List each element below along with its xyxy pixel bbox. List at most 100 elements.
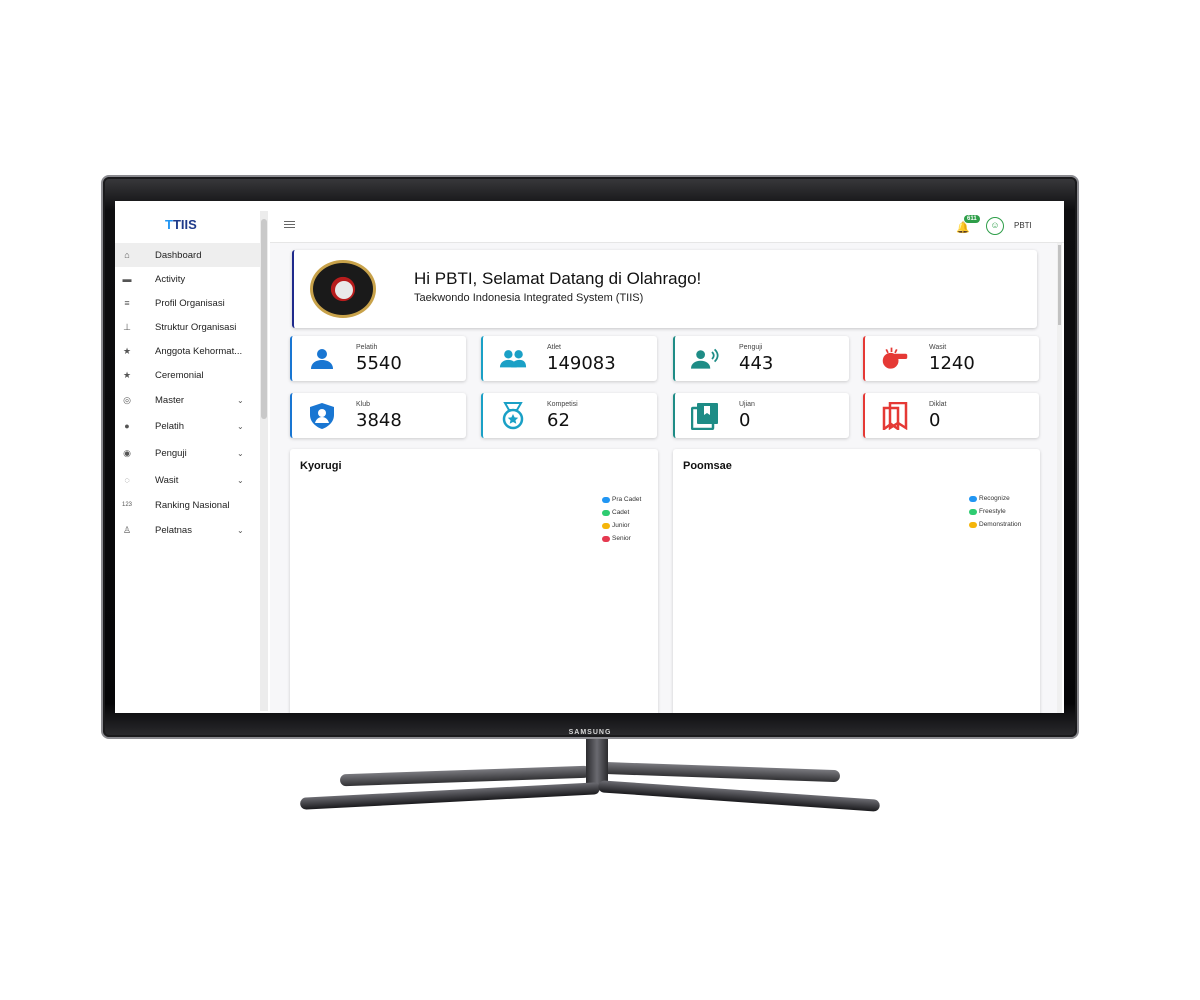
chart-legend: Pra Cadet Cadet Junior Senior <box>602 493 641 545</box>
legend-label: Recognize <box>979 495 1010 502</box>
chart-legend: Recognize Freestyle Demonstration <box>969 492 1021 531</box>
sidebar-item-profil-organisasi[interactable]: ≡ Profil Organisasi <box>115 291 260 315</box>
legend-label: Cadet <box>612 509 630 516</box>
sidebar-item-label: Pelatnas <box>155 524 192 536</box>
athletes-icon <box>499 346 527 372</box>
panel-title: Kyorugi <box>300 460 342 472</box>
legend-item[interactable]: Junior <box>602 519 641 532</box>
stat-card-penguji[interactable]: Penguji 443 <box>673 336 849 381</box>
sidebar-item-label: Dashboard <box>155 249 202 261</box>
activity-icon: ▬ <box>122 274 132 284</box>
app-logo[interactable]: TTIIS <box>165 217 197 232</box>
user-avatar-icon[interactable]: ☺ <box>986 217 1004 235</box>
welcome-card: Hi PBTI, Selamat Datang di Olahrago! Tae… <box>292 250 1037 328</box>
legend-item[interactable]: Freestyle <box>969 505 1021 518</box>
examiner-icon <box>691 346 719 372</box>
stat-label: Diklat <box>929 401 947 408</box>
taekwondo-indonesia-logo <box>310 260 376 318</box>
sidebar-item-label: Activity <box>155 273 186 285</box>
bookmarks-icon <box>881 402 909 430</box>
sidebar-item-master[interactable]: ◎ Master ⌄ <box>115 388 260 412</box>
stat-value: 443 <box>739 353 774 374</box>
sidebar-item-dashboard[interactable]: ⌂ Dashboard <box>115 243 260 267</box>
sidebar-item-label: Profil Organisasi <box>155 297 225 309</box>
main-content: Hi PBTI, Selamat Datang di Olahrago! Tae… <box>270 243 1060 713</box>
chevron-down-icon[interactable]: ⌄ <box>237 476 244 485</box>
legend-swatch <box>602 535 610 542</box>
stat-card-kompetisi[interactable]: Kompetisi 62 <box>481 393 657 438</box>
stat-card-pelatih[interactable]: Pelatih 5540 <box>290 336 466 381</box>
sidebar-item-penguji[interactable]: ◉ Penguji ⌄ <box>115 441 260 465</box>
welcome-title: Hi PBTI, Selamat Datang di Olahrago! <box>414 269 702 288</box>
stat-label: Penguji <box>739 344 763 351</box>
sidebar-item-wasit[interactable]: ◌ Wasit ⌄ <box>115 468 260 492</box>
stat-label: Klub <box>356 401 371 408</box>
stand-leg <box>597 780 881 812</box>
stat-card-diklat[interactable]: Diklat 0 <box>863 393 1039 438</box>
app-screen: TTIIS ⌂ Dashboard ▬ Activity ≡ Profil Organis… <box>115 201 1064 713</box>
legend-item[interactable]: Senior <box>602 532 641 545</box>
stat-card-wasit[interactable]: Wasit 1240 <box>863 336 1039 381</box>
stat-card-ujian[interactable]: Ujian 0 <box>673 393 849 438</box>
logo-mark: T <box>165 217 173 232</box>
sidebar-item-label: Ceremonial <box>155 369 204 381</box>
stat-label: Kompetisi <box>547 401 578 408</box>
sidebar-item-anggota-kehormat[interactable]: ★ Anggota Kehormat... <box>115 339 260 363</box>
sidebar-item-pelatih[interactable]: ● Pelatih ⌄ <box>115 414 260 438</box>
stat-value: 1240 <box>929 353 975 374</box>
chevron-down-icon[interactable]: ⌄ <box>237 526 244 535</box>
whistle-icon: ◌ <box>124 475 130 485</box>
sidebar-item-ceremonial[interactable]: ★ Ceremonial <box>115 363 260 387</box>
legend-item[interactable]: Pra Cadet <box>602 493 641 506</box>
stat-label: Ujian <box>739 401 755 408</box>
stat-label: Atlet <box>547 344 562 351</box>
notification-badge: 611 <box>964 215 980 223</box>
legend-swatch <box>969 508 977 515</box>
sidebar-item-ranking-nasional[interactable]: 123 Ranking Nasional <box>115 493 260 517</box>
user-icon: ● <box>124 421 130 431</box>
legend-swatch <box>602 522 610 529</box>
kyorugi-panel: Kyorugi Pra Cadet Cadet Junior Senior <box>290 449 658 713</box>
legend-swatch <box>602 509 610 516</box>
sidebar-item-label: Anggota Kehormat... <box>155 345 243 357</box>
sidebar-item-label: Master <box>155 394 185 406</box>
stand-leg <box>599 761 841 783</box>
chevron-down-icon[interactable]: ⌄ <box>237 449 244 458</box>
stand-neck <box>586 737 608 785</box>
legend-label: Pra Cadet <box>612 496 642 503</box>
legend-swatch <box>969 521 977 528</box>
stat-card-klub[interactable]: Klub 3848 <box>290 393 466 438</box>
star-icon: ★ <box>122 345 132 356</box>
username[interactable]: PBTI <box>1014 221 1032 230</box>
sidebar-item-activity[interactable]: ▬ Activity <box>115 267 260 291</box>
chevron-down-icon[interactable]: ⌄ <box>237 396 244 405</box>
star-icon: ★ <box>122 369 132 380</box>
logo-text: TIIS <box>172 217 197 232</box>
chevron-down-icon[interactable]: ⌄ <box>237 422 244 431</box>
top-bar: 🔔 611 ☺ PBTI <box>270 201 1064 243</box>
ranking-icon: 123 <box>121 502 132 508</box>
stat-value: 0 <box>739 410 751 431</box>
examiner-icon: ◉ <box>123 447 131 458</box>
stat-value: 5540 <box>356 353 402 374</box>
profile-icon: ≡ <box>124 298 130 308</box>
menu-toggle-icon[interactable] <box>284 221 295 229</box>
sidebar-scrollbar-thumb[interactable] <box>261 219 267 419</box>
legend-item[interactable]: Recognize <box>969 492 1021 505</box>
welcome-subtitle: Taekwondo Indonesia Integrated System (T… <box>414 292 644 304</box>
legend-item[interactable]: Cadet <box>602 506 641 519</box>
stat-card-atlet[interactable]: Atlet 149083 <box>481 336 657 381</box>
structure-icon: ⊥ <box>123 321 131 332</box>
stand-leg <box>299 782 601 810</box>
panel-title: Poomsae <box>683 460 732 472</box>
sidebar-item-pelatnas[interactable]: ♙ Pelatnas ⌄ <box>115 518 260 542</box>
legend-label: Demonstration <box>979 521 1022 528</box>
poomsae-panel: Poomsae Recognize Freestyle Demonstration <box>673 449 1040 713</box>
sidebar-menu: ⌂ Dashboard ▬ Activity ≡ Profil Organisasi ⊥ St… <box>115 243 260 543</box>
coach-icon <box>308 346 336 372</box>
legend-item[interactable]: Demonstration <box>969 518 1021 531</box>
stat-label: Pelatih <box>356 344 378 351</box>
sidebar-item-label: Pelatih <box>155 420 185 432</box>
content-scrollbar-thumb[interactable] <box>1058 245 1061 325</box>
sidebar-item-struktur-organisasi[interactable]: ⊥ Struktur Organisasi <box>115 315 260 339</box>
